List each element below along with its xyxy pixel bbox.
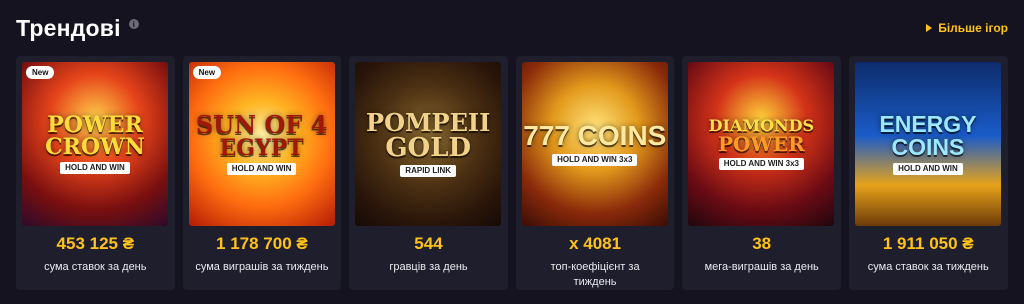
section-title: Трендові — [16, 14, 121, 41]
game-stat-value: 1 911 050 ₴ — [882, 234, 974, 253]
game-logo-tagline: RAPID LINK — [400, 165, 457, 177]
info-icon[interactable]: i — [128, 19, 139, 29]
game-card-power-crown[interactable]: POWER CROWN HOLD AND WIN New 453 125 ₴ с… — [16, 56, 175, 290]
game-stat-value: 453 125 ₴ — [56, 234, 135, 253]
game-logo-line1: POWER — [47, 112, 143, 138]
new-badge: New — [26, 66, 55, 79]
game-logo-line2: EGYPT — [219, 135, 304, 161]
game-thumbnail[interactable]: POWER CROWN HOLD AND WIN New — [22, 62, 168, 226]
game-logo-line2: CROWN — [45, 134, 145, 160]
game-stat-value: 544 — [414, 234, 443, 253]
game-card-diamonds-power[interactable]: DIAMONDS POWER HOLD AND WIN 3x3 38 мега-… — [682, 56, 841, 290]
game-stat-value: 38 — [752, 234, 772, 253]
game-logo-line1: 777 COINS — [523, 120, 667, 151]
play-icon — [926, 24, 933, 32]
game-logo-line1: ENERGY — [879, 111, 977, 137]
game-card-sun-of-egypt-4[interactable]: SUN OF 4 EGYPT HOLD AND WIN New 1 178 70… — [182, 56, 342, 290]
new-badge: New — [192, 66, 222, 79]
game-stat-value: 1 178 700 ₴ — [216, 234, 308, 253]
game-thumbnail[interactable]: ENERGY COINS HOLD AND WIN — [854, 62, 1001, 226]
game-stat-description: сума ставок за день — [44, 261, 147, 273]
more-games-label: Більше ігор — [938, 21, 1008, 35]
game-logo-line1: POMPEII — [366, 108, 491, 137]
game-thumbnail[interactable]: SUN OF 4 EGYPT HOLD AND WIN New — [188, 62, 335, 226]
game-logo-tagline: HOLD AND WIN 3x3 — [552, 154, 638, 166]
game-card-pompeii-gold[interactable]: POMPEII GOLD RAPID LINK 544 гравців за д… — [349, 56, 508, 290]
game-logo-tagline: HOLD AND WIN — [893, 163, 963, 175]
game-logo-line1: SUN OF 4 — [195, 110, 328, 139]
game-stat-description: мега-виграшів за день — [704, 261, 819, 273]
trending-games-list: POWER CROWN HOLD AND WIN New 453 125 ₴ с… — [16, 56, 1008, 290]
game-thumbnail[interactable]: POMPEII GOLD RAPID LINK — [355, 62, 502, 226]
more-games-link[interactable]: Більше ігор — [926, 21, 1008, 35]
game-logo-tagline: HOLD AND WIN — [60, 162, 130, 174]
game-logo-line2: COINS — [891, 134, 965, 160]
section-header: Трендові i Більше ігор — [16, 12, 1008, 44]
game-stat-description: сума ставок за тиждень — [867, 261, 989, 273]
game-stat-value: x 4081 — [569, 234, 622, 253]
game-logo-line2: POWER — [717, 132, 805, 156]
game-logo-line2: GOLD — [385, 133, 472, 163]
game-logo-tagline: HOLD AND WIN 3x3 — [718, 158, 804, 170]
game-stat-description: сума виграшів за тиждень — [195, 261, 329, 273]
game-stat-description: гравців за день — [389, 261, 468, 273]
game-card-energy-coins[interactable]: ENERGY COINS HOLD AND WIN 1 911 050 ₴ су… — [848, 56, 1008, 290]
game-stat-description: топ-коефіцієнт за тиждень — [550, 261, 640, 288]
game-thumbnail[interactable]: DIAMONDS POWER HOLD AND WIN 3x3 — [688, 62, 835, 226]
game-card-777-coins[interactable]: 777 COINS HOLD AND WIN 3x3 x 4081 топ-ко… — [515, 56, 675, 290]
game-logo-tagline: HOLD AND WIN — [226, 163, 297, 175]
game-thumbnail[interactable]: 777 COINS HOLD AND WIN 3x3 — [521, 62, 668, 226]
